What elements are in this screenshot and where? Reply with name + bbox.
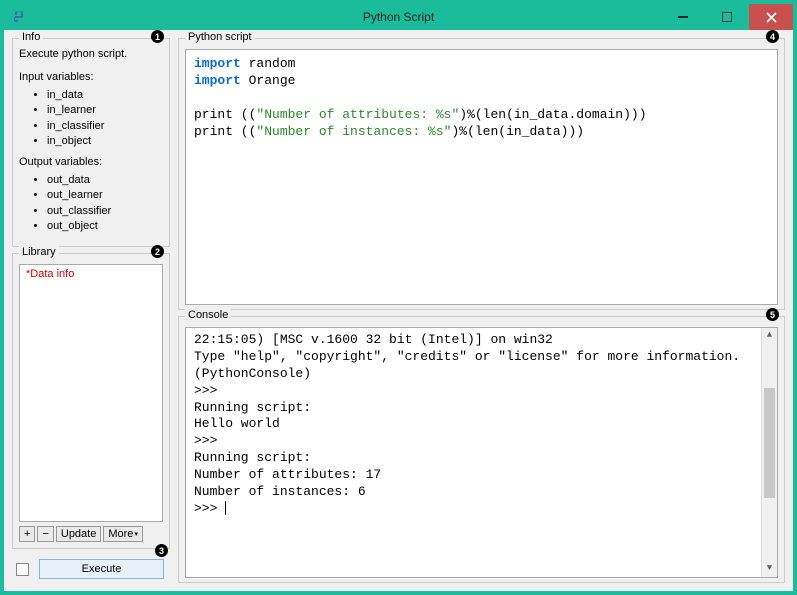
list-item: in_object <box>47 134 163 149</box>
more-button[interactable]: More <box>103 526 143 542</box>
window-title: Python Script <box>363 10 434 24</box>
list-item: out_learner <box>47 188 163 203</box>
scroll-down-icon[interactable]: ▼ <box>762 561 777 577</box>
info-group: Info 1 Execute python script. Input vari… <box>12 38 170 247</box>
library-buttons: + − Update More <box>19 526 163 542</box>
left-column: Info 1 Execute python script. Input vari… <box>12 38 170 583</box>
library-group: Library 2 *Data info + − Update More <box>12 253 170 549</box>
right-column: Python script 4 import random import Ora… <box>178 38 785 583</box>
info-description: Execute python script. <box>19 47 163 62</box>
remove-button[interactable]: − <box>37 526 53 542</box>
list-item: in_learner <box>47 103 163 118</box>
close-button[interactable] <box>749 4 793 30</box>
script-label: Python script <box>185 31 255 43</box>
cursor <box>225 501 226 515</box>
output-vars-list: out_data out_learner out_classifier out_… <box>47 173 163 235</box>
list-item: in_data <box>47 88 163 103</box>
list-item: out_data <box>47 173 163 188</box>
console-text: 22:15:05) [MSC v.1600 32 bit (Intel)] on… <box>194 332 740 516</box>
auto-execute-checkbox[interactable] <box>16 563 29 576</box>
minimize-button[interactable] <box>661 4 705 30</box>
console-area: 22:15:05) [MSC v.1600 32 bit (Intel)] on… <box>185 327 778 578</box>
console-group: Console 5 22:15:05) [MSC v.1600 32 bit (… <box>178 316 785 583</box>
app-icon <box>10 9 26 25</box>
script-badge: 4 <box>766 30 779 43</box>
update-button[interactable]: Update <box>56 526 101 542</box>
scroll-up-icon[interactable]: ▲ <box>762 328 777 344</box>
maximize-button[interactable] <box>705 4 749 30</box>
execute-badge: 3 <box>155 544 168 557</box>
execute-row: 3 Execute <box>12 555 170 583</box>
script-group: Python script 4 import random import Ora… <box>178 38 785 310</box>
app-window: Python Script Info 1 Execute python scri… <box>4 4 793 591</box>
content-area: Info 1 Execute python script. Input vari… <box>4 30 793 591</box>
input-vars-heading: Input variables: <box>19 70 163 85</box>
info-label: Info <box>19 31 43 43</box>
library-list[interactable]: *Data info <box>19 264 163 522</box>
list-item: out_classifier <box>47 204 163 219</box>
scroll-thumb[interactable] <box>764 388 775 498</box>
console-label: Console <box>185 309 231 321</box>
console-badge: 5 <box>766 308 779 321</box>
list-item: in_classifier <box>47 119 163 134</box>
library-badge: 2 <box>151 245 164 258</box>
console-output[interactable]: 22:15:05) [MSC v.1600 32 bit (Intel)] on… <box>186 328 761 577</box>
titlebar: Python Script <box>4 4 793 30</box>
info-badge: 1 <box>151 30 164 43</box>
console-scrollbar[interactable]: ▲ ▼ <box>761 328 777 577</box>
window-controls <box>661 4 793 30</box>
script-editor[interactable]: import random import Orange print (("Num… <box>185 49 778 305</box>
output-vars-heading: Output variables: <box>19 155 163 170</box>
library-item[interactable]: *Data info <box>26 268 156 280</box>
library-label: Library <box>19 246 59 258</box>
info-body: Execute python script. Input variables: … <box>19 45 163 234</box>
list-item: out_object <box>47 219 163 234</box>
execute-button[interactable]: Execute <box>39 559 164 579</box>
input-vars-list: in_data in_learner in_classifier in_obje… <box>47 88 163 150</box>
add-button[interactable]: + <box>19 526 35 542</box>
